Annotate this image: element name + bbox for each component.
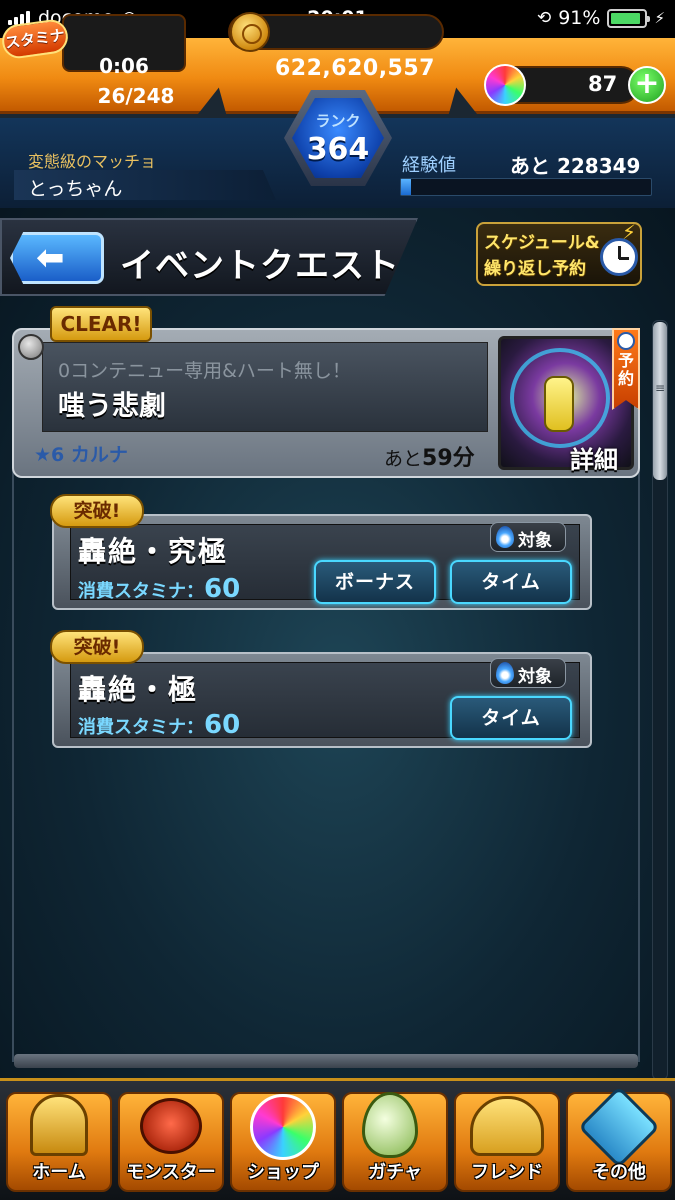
water-element-icon [496, 526, 514, 548]
boss-portrait-core [544, 376, 574, 432]
stamina-value: 26/248 [97, 84, 175, 108]
rank-label: ランク [315, 112, 361, 130]
event-card-knob-icon [18, 334, 44, 360]
gold-amount: 622,620,557 [275, 56, 435, 81]
exp-remaining: あと 228349 [510, 154, 641, 178]
bonus-button[interactable]: ボーナス [314, 560, 436, 604]
event-subtitle: 0コンテニュー専用&ハート無し！ [58, 360, 351, 382]
player-title: 変態級のマッチョ [28, 152, 157, 171]
remaining-prefix: あと [384, 448, 423, 470]
exp-label: 経験値 [402, 155, 456, 176]
time-button[interactable]: タイム [450, 560, 572, 604]
nav-monster-label: モンスター [126, 1162, 216, 1183]
stamina-timer: 0:06 [99, 54, 149, 78]
reserve-clock-icon [617, 332, 635, 350]
nav-friend-label: フレンド [471, 1162, 543, 1183]
back-arrow-icon: ⬅ [36, 238, 65, 278]
time-button[interactable]: タイム [450, 696, 572, 740]
event-time-remaining: あと59分 [384, 440, 475, 472]
stamina-cost-label: 消費スタミナ： [78, 717, 204, 738]
scroll-grip-icon: ≡ [655, 381, 666, 395]
battery-percent: 91% [558, 7, 601, 29]
page-title: イベントクエスト [120, 246, 400, 286]
quest-name: 轟絶・極 [78, 673, 199, 706]
event-name: 嗤う悲劇 [58, 391, 166, 422]
target-label: 対象 [518, 667, 552, 687]
quest-stamina: 消費スタミナ：60 [78, 574, 240, 604]
player-name: とっちゃん [28, 178, 123, 200]
schedule-label-line1: スケジュール& [484, 233, 600, 253]
nav-gacha-label: ガチャ [368, 1162, 422, 1183]
monster-icon [140, 1098, 202, 1154]
rotation-lock-icon: ⟲ [536, 8, 552, 28]
charging-icon: ⚡ [654, 9, 665, 27]
quest-name: 轟絶・究極 [78, 535, 229, 568]
rank-number: 364 [306, 132, 370, 167]
stamina-cost-value: 60 [204, 710, 241, 740]
event-rarity: ★6 カルナ [34, 444, 128, 466]
orb-icon [484, 64, 526, 106]
nav-other-label: その他 [592, 1162, 646, 1183]
target-label: 対象 [518, 531, 552, 551]
sparkle-icon: ⚡ [622, 220, 637, 244]
remaining-value: 59分 [422, 446, 475, 471]
exp-bar-fill [401, 179, 411, 195]
quest-stamina: 消費スタミナ：60 [78, 710, 240, 740]
friends-icon [470, 1096, 544, 1156]
orb-icon [250, 1094, 316, 1160]
nav-shop-label: ショップ [247, 1162, 319, 1183]
breakthrough-badge: 突破! [50, 630, 144, 664]
detail-button[interactable]: 詳細 [570, 440, 618, 475]
add-orbs-button[interactable]: + [628, 66, 666, 104]
orb-count: 87 [588, 72, 618, 96]
exp-bar [400, 178, 652, 196]
water-element-icon [496, 662, 514, 684]
nav-home-label: ホーム [32, 1162, 86, 1183]
quest-list-bottom-edge [14, 1054, 638, 1068]
gold-coin-icon [230, 12, 270, 52]
battery-info: ⟲ 91% ⚡ [537, 7, 665, 29]
home-icon [30, 1094, 88, 1156]
battery-icon [607, 8, 651, 28]
reserve-label: 予約 [617, 351, 634, 388]
breakthrough-badge: 突破! [50, 494, 144, 528]
stamina-cost-value: 60 [204, 574, 241, 604]
stamina-cost-label: 消費スタミナ： [78, 581, 204, 602]
scroll-thumb[interactable] [653, 322, 667, 480]
clear-badge: CLEAR! [50, 306, 152, 342]
schedule-label-line2: 繰り返し予約 [484, 259, 586, 279]
